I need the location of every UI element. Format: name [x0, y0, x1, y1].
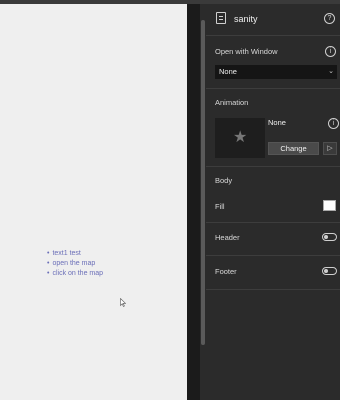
toggle-knob: [324, 269, 328, 273]
page-icon: [216, 12, 226, 24]
divider: [206, 35, 340, 36]
divider: [206, 289, 340, 290]
fill-label: Fill: [215, 202, 225, 211]
info-icon[interactable]: i: [328, 118, 339, 129]
animation-name: None: [268, 118, 286, 127]
open-with-window-label: Open with Window: [215, 47, 278, 56]
list-item: text1 test: [47, 249, 103, 259]
change-button[interactable]: Change: [268, 142, 319, 155]
star-icon: ★: [233, 129, 248, 146]
mouse-cursor-icon: [120, 298, 126, 307]
list-item: open the map: [47, 259, 103, 269]
body-label: Body: [215, 176, 233, 185]
divider: [206, 88, 340, 89]
footer-toggle[interactable]: [322, 267, 337, 275]
properties-panel: sanity ? Open with Window i None ⌄ Anima…: [206, 4, 340, 400]
panel-gutter: [187, 4, 200, 400]
fill-color-swatch[interactable]: [323, 200, 336, 211]
animation-label: Animation: [215, 98, 249, 107]
scrollbar-thumb[interactable]: [201, 20, 205, 345]
animation-preview[interactable]: ★: [215, 118, 265, 158]
divider: [206, 255, 340, 256]
toggle-knob: [324, 235, 328, 239]
select-value: None: [219, 67, 237, 76]
open-with-window-select[interactable]: None ⌄: [215, 65, 337, 79]
info-icon[interactable]: i: [325, 46, 336, 57]
divider: [206, 222, 340, 223]
chevron-down-icon: ⌄: [328, 68, 334, 75]
map-canvas[interactable]: text1 test open the map click on the map: [0, 4, 187, 400]
panel-title: sanity: [234, 14, 258, 24]
list-item: click on the map: [47, 269, 103, 279]
header-toggle[interactable]: [322, 233, 337, 241]
header-label: Header: [215, 233, 240, 242]
play-button[interactable]: ▷: [323, 142, 337, 155]
footer-label: Footer: [215, 267, 237, 276]
divider: [206, 166, 340, 167]
help-icon[interactable]: ?: [324, 13, 335, 24]
bullet-list: text1 test open the map click on the map: [47, 249, 103, 279]
